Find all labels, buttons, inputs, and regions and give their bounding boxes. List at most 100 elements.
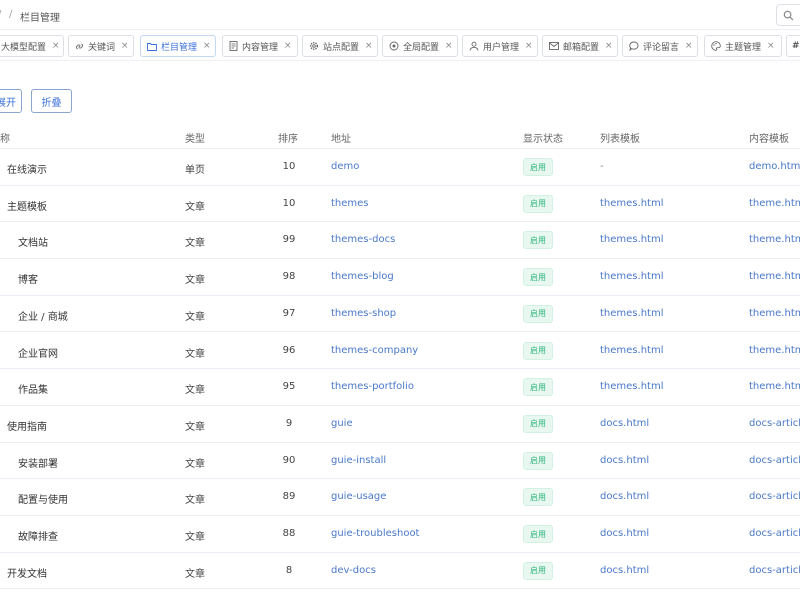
cell-name: 文档站 bbox=[18, 238, 48, 250]
cell-address-link[interactable]: guie bbox=[331, 418, 353, 429]
tab-mail-config[interactable]: 邮箱配置 × bbox=[542, 35, 618, 57]
tab-label: 关键词 bbox=[88, 42, 116, 53]
table-row[interactable]: 使用指南 文章 9 guie 启用 docs.html docs-article.html bbox=[0, 406, 800, 443]
cell-content-template[interactable]: docs-article.html bbox=[749, 455, 800, 466]
tab-keywords[interactable]: 关键词 × bbox=[68, 35, 134, 57]
cell-list-template[interactable]: themes.html bbox=[600, 345, 663, 356]
tab-content-management[interactable]: 内容管理 × bbox=[222, 35, 298, 57]
cell-list-template[interactable]: themes.html bbox=[600, 381, 663, 392]
close-icon[interactable]: × bbox=[685, 41, 693, 51]
close-icon[interactable]: × bbox=[445, 41, 453, 51]
cell-content-template[interactable]: demo.html bbox=[749, 161, 800, 172]
cell-address-link[interactable]: themes-docs bbox=[331, 234, 395, 245]
cell-sort: 9 bbox=[285, 417, 293, 429]
cell-address-link[interactable]: guie-usage bbox=[331, 491, 386, 502]
cell-type: 文章 bbox=[185, 568, 205, 580]
cell-content-template[interactable]: theme.html bbox=[749, 345, 800, 356]
status-badge: 启用 bbox=[523, 231, 553, 250]
cell-list-template[interactable]: docs.html bbox=[600, 491, 649, 502]
cell-content-template[interactable]: docs-article.html bbox=[749, 491, 800, 502]
cell-name: 企业 / 商城 bbox=[18, 311, 68, 323]
cell-content-template[interactable]: docs-article.html bbox=[749, 418, 800, 429]
cell-content-template[interactable]: theme.html bbox=[749, 234, 800, 245]
close-icon[interactable]: × bbox=[284, 41, 292, 51]
settings-icon bbox=[389, 41, 399, 51]
close-icon[interactable]: × bbox=[52, 41, 60, 51]
table-row[interactable]: 企业官网 文章 96 themes-company 启用 themes.html theme… bbox=[0, 333, 800, 370]
table-row[interactable]: 安装部署 文章 90 guie-install 启用 docs.html docs-arti… bbox=[0, 443, 800, 480]
cell-content-template[interactable]: theme.html bbox=[749, 308, 800, 319]
table-row[interactable]: 博客 文章 98 themes-blog 启用 themes.html theme.html bbox=[0, 259, 800, 296]
tab-label: 栏目管理 bbox=[161, 42, 198, 53]
status-badge: 启用 bbox=[523, 525, 553, 543]
close-icon[interactable]: × bbox=[203, 41, 211, 51]
tab-theme-management[interactable]: 主题管理 × bbox=[704, 35, 782, 57]
tab-global-config[interactable]: 全局配置 × bbox=[382, 35, 458, 57]
status-badge: 启用 bbox=[523, 194, 553, 213]
cell-address-link[interactable]: themes-company bbox=[331, 345, 418, 356]
status-badge: 启用 bbox=[523, 561, 553, 580]
cell-content-template[interactable]: docs-article.html bbox=[749, 528, 800, 539]
cell-list-template: - bbox=[600, 161, 604, 172]
breadcrumb-current: 栏目管理 bbox=[20, 13, 60, 24]
user-icon bbox=[469, 41, 479, 51]
search-button[interactable] bbox=[776, 4, 800, 26]
cell-address-link[interactable]: themes-shop bbox=[331, 308, 396, 319]
cell-list-template[interactable]: themes.html bbox=[600, 234, 663, 245]
close-icon[interactable]: × bbox=[605, 41, 613, 51]
cell-type: 文章 bbox=[185, 385, 205, 397]
collapse-button[interactable]: 折叠 bbox=[31, 89, 72, 113]
cell-address-link[interactable]: themes-portfolio bbox=[331, 381, 414, 392]
cell-content-template[interactable]: theme.html bbox=[749, 271, 800, 282]
cell-content-template[interactable]: theme.html bbox=[749, 198, 800, 209]
expand-button[interactable]: 展开 bbox=[0, 89, 22, 113]
table-row[interactable]: 文档站 文章 99 themes-docs 启用 themes.html theme.htm… bbox=[0, 222, 800, 260]
table-row[interactable]: 配置与使用 文章 89 guie-usage 启用 docs.html docs-artic… bbox=[0, 479, 800, 516]
cell-list-template[interactable]: themes.html bbox=[600, 271, 663, 282]
cell-sort: 97 bbox=[282, 307, 296, 319]
tab-site-config[interactable]: 站点配置 × bbox=[302, 35, 378, 57]
close-icon[interactable]: × bbox=[767, 41, 775, 51]
cell-list-template[interactable]: docs.html bbox=[600, 418, 649, 429]
status-badge: 启用 bbox=[523, 451, 553, 470]
cell-type: 文章 bbox=[185, 495, 205, 507]
status-badge: 启用 bbox=[523, 378, 553, 397]
cell-address-link[interactable]: themes-blog bbox=[331, 271, 394, 282]
tab-column-management[interactable]: 栏目管理 × bbox=[140, 35, 216, 57]
close-icon[interactable]: × bbox=[365, 41, 373, 51]
gear-icon bbox=[309, 41, 319, 51]
table-row[interactable]: 故障排查 文章 88 guie-troubleshoot 启用 docs.html docs… bbox=[0, 516, 800, 553]
cell-sort: 95 bbox=[282, 381, 296, 393]
status-badge: 启用 bbox=[523, 414, 553, 433]
cell-list-template[interactable]: themes.html bbox=[600, 198, 663, 209]
close-icon[interactable]: × bbox=[525, 41, 533, 51]
tab-user-management[interactable]: 用户管理 × bbox=[462, 35, 538, 57]
tab-llm-config[interactable]: 大模型配置 × bbox=[0, 35, 64, 57]
table-row[interactable]: 在线演示 单页 10 demo 启用 - demo.html bbox=[0, 149, 800, 186]
cell-list-template[interactable]: docs.html bbox=[600, 528, 649, 539]
cell-content-template[interactable]: docs-article.html bbox=[749, 565, 800, 576]
cell-sort: 90 bbox=[282, 454, 296, 466]
cell-address-link[interactable]: guie-troubleshoot bbox=[331, 528, 419, 539]
cell-address-link[interactable]: themes bbox=[331, 198, 369, 209]
table-row[interactable]: 开发文档 文章 8 dev-docs 启用 docs.html docs-article.h… bbox=[0, 553, 800, 590]
cell-type: 文章 bbox=[185, 238, 205, 250]
table-row[interactable]: 企业 / 商城 文章 97 themes-shop 启用 themes.html theme… bbox=[0, 296, 800, 333]
tab-overflow[interactable]: # bbox=[786, 35, 800, 57]
cell-content-template[interactable]: theme.html bbox=[749, 381, 800, 392]
close-icon[interactable]: × bbox=[121, 41, 129, 51]
cell-type: 文章 bbox=[185, 532, 205, 543]
cell-address-link[interactable]: guie-install bbox=[331, 455, 386, 466]
cell-list-template[interactable]: docs.html bbox=[600, 565, 649, 576]
cell-name: 企业官网 bbox=[18, 348, 58, 360]
cell-list-template[interactable]: docs.html bbox=[600, 455, 649, 466]
cell-address-link[interactable]: demo bbox=[331, 161, 359, 172]
cell-list-template[interactable]: themes.html bbox=[600, 308, 663, 319]
cell-address-link[interactable]: dev-docs bbox=[331, 565, 376, 576]
cell-type: 文章 bbox=[185, 458, 205, 470]
table-row[interactable]: 主题模板 文章 10 themes 启用 themes.html theme.html bbox=[0, 186, 800, 223]
tab-comments[interactable]: 评论留言 × bbox=[622, 35, 698, 57]
status-badge: 启用 bbox=[523, 341, 553, 360]
table-row[interactable]: 作品集 文章 95 themes-portfolio 启用 themes.html them… bbox=[0, 369, 800, 406]
cell-sort: 99 bbox=[282, 234, 296, 246]
